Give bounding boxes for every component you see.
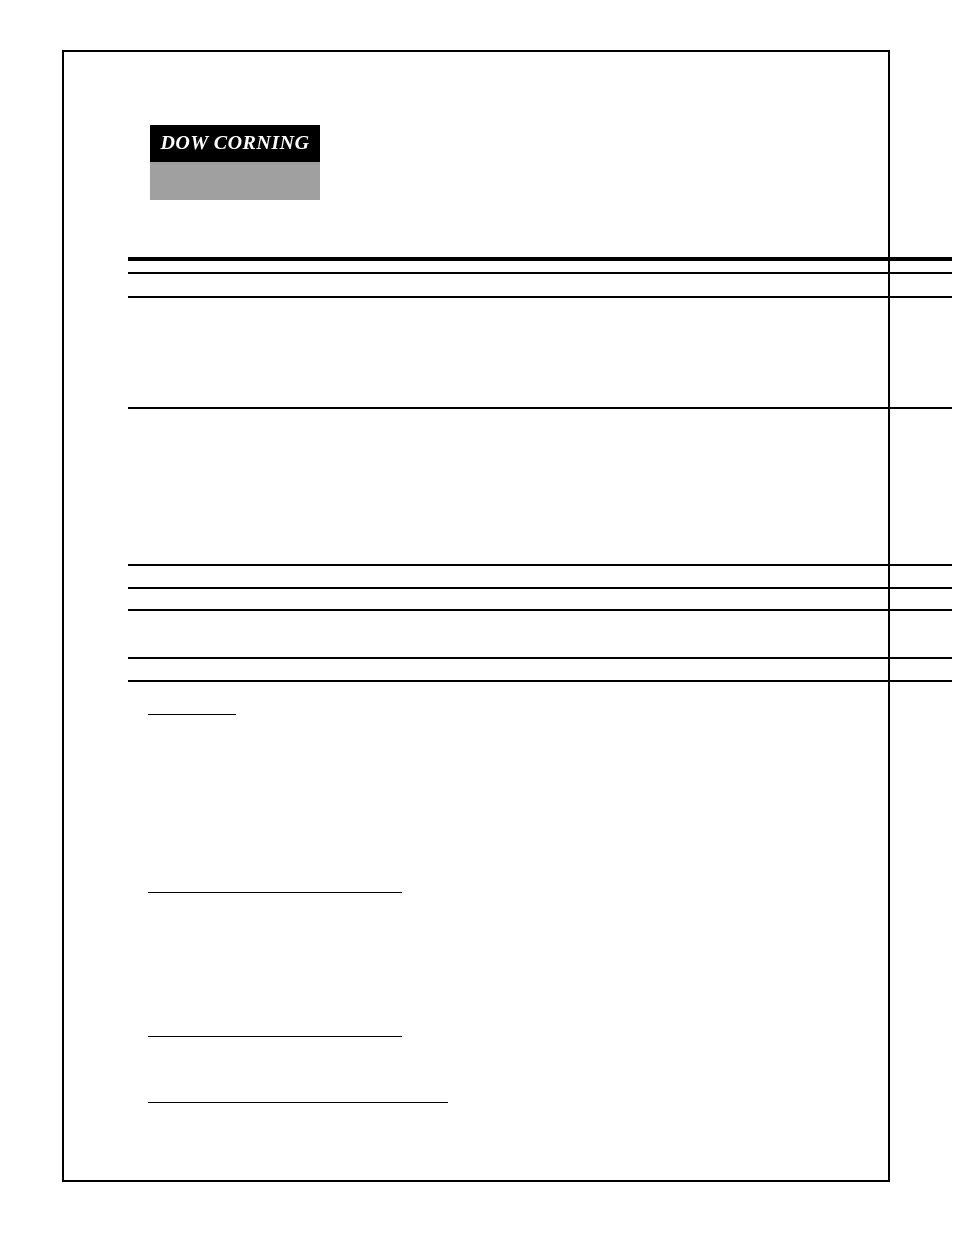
- divider-thin-8: [128, 680, 952, 682]
- divider-thin-2: [128, 296, 952, 298]
- section-heading-underline-4: [148, 1102, 448, 1103]
- brand-logo-text: DOW CORNING: [160, 132, 309, 155]
- page: DOW CORNING: [0, 0, 954, 1235]
- divider-thin-3: [128, 407, 952, 409]
- divider-thin-4: [128, 564, 952, 566]
- divider-thin-5: [128, 587, 952, 589]
- section-heading-underline-3: [148, 1036, 402, 1037]
- section-heading-underline-1: [148, 714, 236, 715]
- brand-logo-black: DOW CORNING: [150, 125, 320, 162]
- divider-thin-6: [128, 609, 952, 611]
- divider-heavy-1: [128, 257, 952, 261]
- divider-thin-7: [128, 657, 952, 659]
- divider-thin-1: [128, 272, 952, 274]
- document-border: DOW CORNING: [62, 50, 890, 1182]
- section-heading-underline-2: [148, 892, 402, 893]
- brand-logo-gray-bar: [150, 162, 320, 200]
